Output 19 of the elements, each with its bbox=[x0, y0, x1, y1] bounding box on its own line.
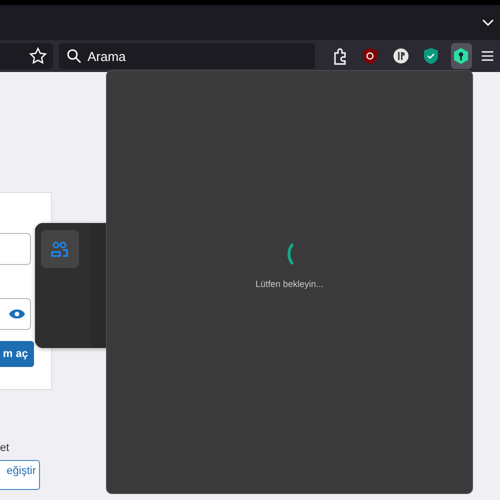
search-field[interactable]: Arama bbox=[59, 43, 316, 69]
shield-check-icon[interactable] bbox=[422, 47, 440, 65]
sidebar-button[interactable] bbox=[41, 230, 79, 268]
coin-icon[interactable] bbox=[392, 47, 410, 65]
input-field[interactable] bbox=[0, 233, 31, 265]
login-button[interactable]: m aç bbox=[0, 341, 34, 367]
shield-icon[interactable] bbox=[361, 47, 380, 65]
change-button[interactable]: eğiştir bbox=[0, 460, 40, 490]
spinner-icon bbox=[284, 243, 294, 265]
password-field[interactable] bbox=[0, 298, 31, 330]
hexagon-icon[interactable] bbox=[452, 47, 470, 65]
menu-icon[interactable] bbox=[480, 49, 494, 63]
eye-icon[interactable] bbox=[8, 308, 26, 320]
page-text: et bbox=[0, 442, 10, 454]
loading-text: Lütfen bekleyin... bbox=[255, 279, 324, 289]
address-bar[interactable] bbox=[0, 43, 54, 69]
people-icon bbox=[51, 241, 69, 257]
chevron-down-icon[interactable] bbox=[482, 18, 494, 26]
star-icon[interactable] bbox=[29, 47, 48, 65]
